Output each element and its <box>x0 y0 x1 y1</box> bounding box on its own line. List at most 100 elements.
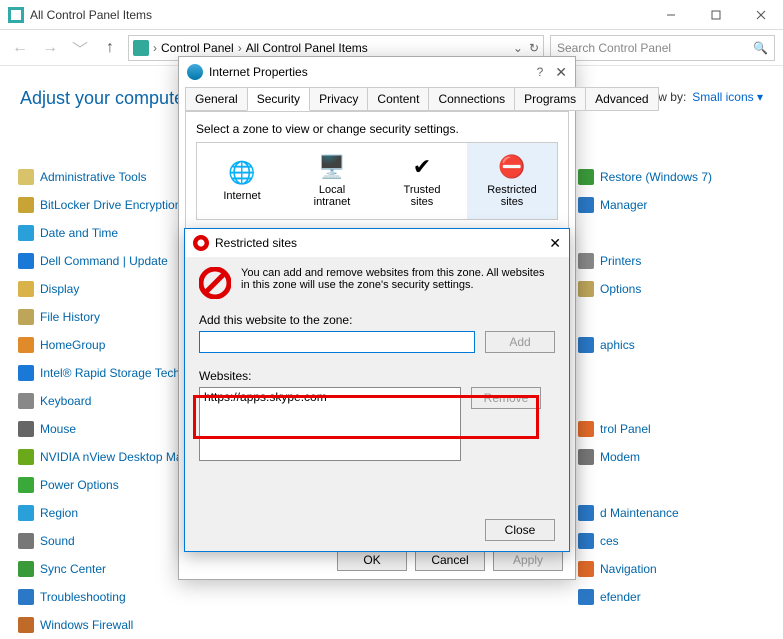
cp-item-icon <box>18 337 34 353</box>
cp-item <box>578 387 783 415</box>
cp-item-label: Options <box>600 282 641 296</box>
cp-item[interactable]: Windows Firewall <box>18 611 268 639</box>
cp-item-icon <box>18 253 34 269</box>
add-website-input[interactable] <box>199 331 475 353</box>
cp-item-label: Mouse <box>40 422 76 436</box>
remove-button[interactable]: Remove <box>471 387 541 409</box>
zone-trusted-sites[interactable]: ✔Trustedsites <box>377 143 467 219</box>
add-button[interactable]: Add <box>485 331 555 353</box>
tab-advanced[interactable]: Advanced <box>585 87 658 111</box>
cp-item-label: ces <box>600 534 619 548</box>
cp-item-icon <box>18 589 34 605</box>
breadcrumb-icon <box>133 40 149 56</box>
cp-item[interactable]: aphics <box>578 331 783 359</box>
cp-item-label: Printers <box>600 254 641 268</box>
cp-item[interactable]: Modem <box>578 443 783 471</box>
cp-item-icon <box>18 477 34 493</box>
internet-icon <box>187 64 203 80</box>
control-panel-icon <box>8 7 24 23</box>
subdialog-close-icon[interactable]: ✕ <box>549 235 561 252</box>
cp-item-icon <box>578 505 594 521</box>
websites-list[interactable]: https://apps.skype.com <box>199 387 461 461</box>
cp-item-icon <box>18 505 34 521</box>
cp-item-label: Administrative Tools <box>40 170 147 184</box>
ok-button[interactable]: OK <box>337 549 407 571</box>
tab-security[interactable]: Security <box>247 87 310 111</box>
cp-item-label: Manager <box>600 198 647 212</box>
cp-item-icon <box>18 617 34 633</box>
cp-item[interactable]: Troubleshooting <box>18 583 268 611</box>
zone-restricted-sites[interactable]: ⛔Restrictedsites <box>467 143 557 219</box>
cp-item <box>578 359 783 387</box>
website-entry[interactable]: https://apps.skype.com <box>204 390 456 404</box>
cp-item <box>578 219 783 247</box>
search-input[interactable]: Search Control Panel 🔍 <box>550 35 775 61</box>
breadcrumb-root[interactable]: Control Panel <box>161 41 234 55</box>
cp-item-icon <box>578 253 594 269</box>
cp-item-label: d Maintenance <box>600 506 679 520</box>
cp-item-label: Navigation <box>600 562 657 576</box>
cp-item[interactable]: trol Panel <box>578 415 783 443</box>
cp-item-icon <box>578 449 594 465</box>
cp-item-label: HomeGroup <box>40 338 105 352</box>
cp-item[interactable]: Navigation <box>578 555 783 583</box>
zone-internet[interactable]: 🌐Internet <box>197 143 287 219</box>
tab-privacy[interactable]: Privacy <box>309 87 368 111</box>
search-placeholder: Search Control Panel <box>557 41 753 55</box>
cp-item-icon <box>18 309 34 325</box>
zone-local-intranet[interactable]: 🖥️Localintranet <box>287 143 377 219</box>
cp-item-icon <box>578 281 594 297</box>
cp-item[interactable]: Printers <box>578 247 783 275</box>
cp-item[interactable]: efender <box>578 583 783 611</box>
view-by-dropdown[interactable]: Small icons ▾ <box>692 90 763 104</box>
view-by: View by: Small icons ▾ <box>641 90 763 104</box>
dialog-close-button[interactable]: ✕ <box>555 64 567 81</box>
help-button[interactable]: ? <box>537 65 544 79</box>
cp-item-icon <box>18 393 34 409</box>
tab-content[interactable]: Content <box>367 87 429 111</box>
cp-item-label: Modem <box>600 450 640 464</box>
cp-item[interactable]: d Maintenance <box>578 499 783 527</box>
breadcrumb-current[interactable]: All Control Panel Items <box>246 41 368 55</box>
cp-item <box>578 611 783 639</box>
cp-item-label: Intel® Rapid Storage Tech <box>40 366 180 380</box>
cp-item-label: Region <box>40 506 78 520</box>
cp-item-icon <box>18 421 34 437</box>
restricted-icon <box>193 235 209 251</box>
window-title: All Control Panel Items <box>30 8 152 22</box>
cp-item[interactable]: Restore (Windows 7) <box>578 163 783 191</box>
cp-item[interactable]: ces <box>578 527 783 555</box>
up-button[interactable]: ↑ <box>98 36 122 60</box>
subdialog-title: Restricted sites <box>215 236 297 250</box>
minimize-button[interactable] <box>648 0 693 30</box>
cp-item-label: File History <box>40 310 100 324</box>
recent-dropdown[interactable]: ﹀ <box>68 36 92 60</box>
cp-item-label: efender <box>600 590 641 604</box>
cp-item-label: Dell Command | Update <box>40 254 168 268</box>
cp-item <box>298 583 548 611</box>
dialog-title: Internet Properties <box>209 65 308 79</box>
forward-button[interactable]: → <box>38 36 62 60</box>
search-icon[interactable]: 🔍 <box>753 41 768 55</box>
cp-item-icon <box>18 169 34 185</box>
maximize-button[interactable] <box>693 0 738 30</box>
close-button[interactable] <box>738 0 783 30</box>
dialog-tabs: GeneralSecurityPrivacyContentConnections… <box>179 87 575 111</box>
tab-general[interactable]: General <box>185 87 248 111</box>
cancel-button[interactable]: Cancel <box>415 549 485 571</box>
cp-item-icon <box>18 561 34 577</box>
tab-connections[interactable]: Connections <box>428 87 515 111</box>
cp-item-label: Troubleshooting <box>40 590 126 604</box>
cp-item-icon <box>18 197 34 213</box>
back-button[interactable]: ← <box>8 36 32 60</box>
cp-item-icon <box>18 281 34 297</box>
tab-programs[interactable]: Programs <box>514 87 586 111</box>
cp-item[interactable]: Manager <box>578 191 783 219</box>
cp-item-icon <box>578 197 594 213</box>
close-button[interactable]: Close <box>485 519 555 541</box>
cp-item-label: Keyboard <box>40 394 91 408</box>
cp-item[interactable]: Options <box>578 275 783 303</box>
zone-box: 🌐Internet🖥️Localintranet✔Trustedsites⛔Re… <box>196 142 558 220</box>
refresh-icon[interactable]: ↻ <box>529 41 539 55</box>
apply-button[interactable]: Apply <box>493 549 563 571</box>
